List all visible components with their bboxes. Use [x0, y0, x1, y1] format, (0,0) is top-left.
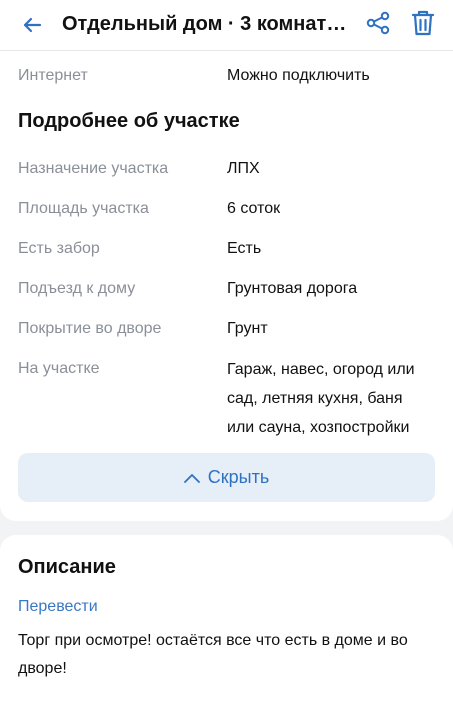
description-text: Торг при осмотре! остаётся все что есть … [18, 632, 408, 677]
detail-label: Подъезд к дому [18, 280, 136, 297]
details-card: Интернет Можно подключить Подробнее об у… [0, 51, 453, 521]
detail-label: Интернет [18, 67, 88, 84]
page-title: Отдельный дом · 3 комнаты в доме, 90 м² [62, 13, 354, 35]
detail-value: Есть [227, 240, 262, 257]
hide-details-button[interactable]: Скрыть [18, 453, 435, 502]
detail-label: Площадь участка [18, 200, 149, 217]
detail-value: Грунтовая дорога [227, 280, 358, 297]
detail-label: На участке [18, 360, 100, 377]
detail-value: Грунт [227, 320, 268, 337]
back-arrow-icon[interactable] [20, 13, 44, 37]
plot-section-title: Подробнее об участке [18, 110, 240, 132]
hide-button-label: Скрыть [207, 467, 270, 487]
detail-label: Есть забор [18, 240, 100, 257]
detail-value: ЛПХ [227, 160, 260, 177]
detail-label: Назначение участка [18, 160, 169, 177]
detail-label: Покрытие во дворе [18, 320, 162, 337]
detail-value: Можно подключить [227, 67, 370, 84]
trash-icon[interactable] [410, 9, 436, 37]
detail-value: 6 соток [227, 200, 281, 217]
description-card: Описание Перевести Торг при осмотре! ост… [0, 535, 453, 715]
chevron-up-icon [183, 473, 200, 483]
top-bar: Отдельный дом · 3 комнаты в доме, 90 м² [0, 0, 453, 51]
translate-link[interactable]: Перевести [18, 596, 98, 618]
description-title: Описание [18, 556, 116, 578]
share-icon[interactable] [365, 10, 391, 36]
detail-value: Гараж, навес, огород или сад, летняя кух… [227, 361, 415, 436]
